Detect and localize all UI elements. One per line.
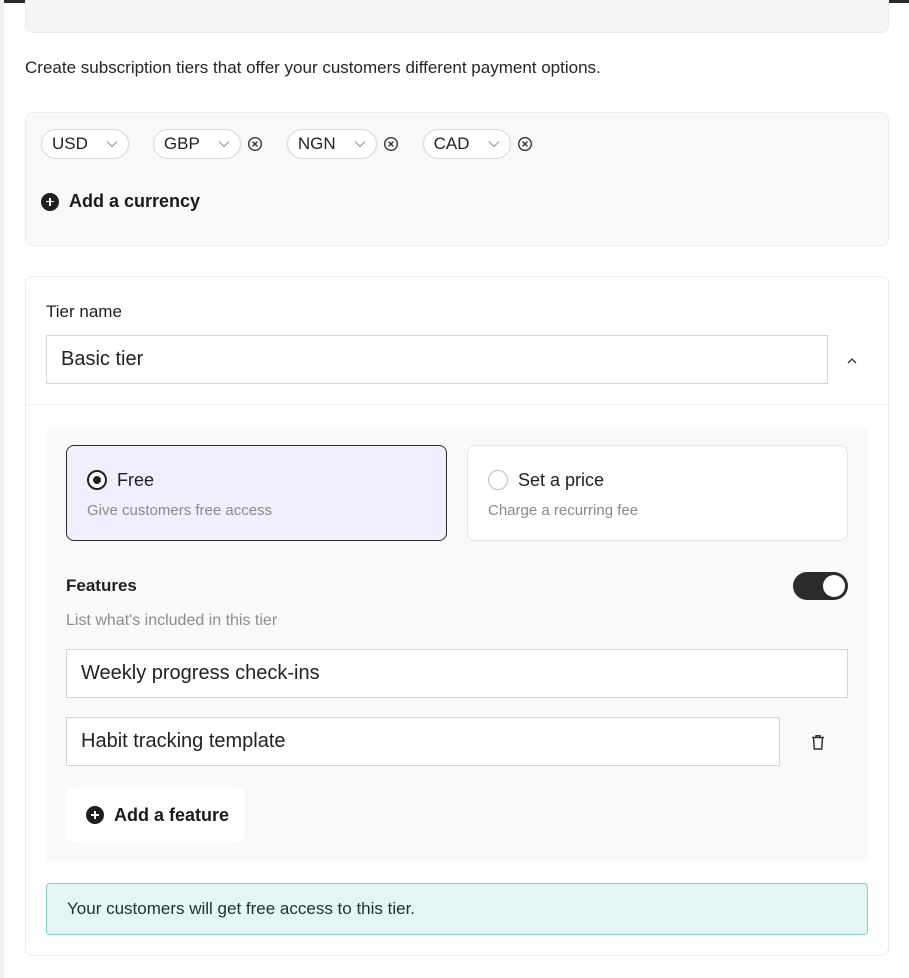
- currency-chip-group: NGN: [286, 129, 399, 159]
- pricing-option-free[interactable]: Free Give customers free access: [66, 445, 447, 541]
- add-feature-button[interactable]: Add a feature: [66, 787, 245, 843]
- add-currency-label: Add a currency: [69, 191, 201, 211]
- add-currency-button[interactable]: Add a currency: [41, 191, 200, 212]
- chevron-up-icon[interactable]: [843, 352, 861, 370]
- feature-input[interactable]: Habit tracking template: [66, 717, 780, 766]
- tier-card: Tier name Basic tier Free Give customers…: [25, 276, 889, 956]
- tier-name-label: Tier name: [46, 302, 122, 321]
- currency-code: NGN: [297, 134, 336, 153]
- features-toggle[interactable]: [793, 572, 848, 600]
- left-divider: [0, 0, 4, 978]
- currency-select-ngn[interactable]: NGN: [286, 129, 377, 159]
- tier-header: Tier name Basic tier: [26, 277, 888, 405]
- notice-text: Your customers will get free access to t…: [67, 899, 416, 918]
- add-feature-label: Add a feature: [114, 804, 230, 825]
- currency-chip-group: GBP: [152, 129, 263, 159]
- tier-name-input[interactable]: Basic tier: [46, 335, 828, 384]
- plus-circle-icon: [86, 806, 104, 824]
- currency-chips: USD GBP NGN CAD: [41, 129, 557, 159]
- currency-card: USD GBP NGN CAD Add a currency: [25, 112, 889, 246]
- features-label: Features: [66, 576, 137, 595]
- currency-code: CAD: [433, 134, 470, 153]
- previous-section-panel: [25, 0, 889, 33]
- currency-code: GBP: [163, 134, 200, 153]
- remove-currency-icon[interactable]: [517, 136, 533, 152]
- chevron-down-icon: [218, 141, 230, 148]
- chevron-down-icon: [354, 141, 366, 148]
- chevron-down-icon: [488, 141, 499, 148]
- tier-details: Free Give customers free access Set a pr…: [46, 427, 868, 863]
- intro-text: Create subscription tiers that offer you…: [25, 58, 601, 77]
- remove-currency-icon[interactable]: [247, 136, 263, 152]
- chevron-down-icon: [106, 141, 118, 148]
- radio-selected-icon: [87, 470, 107, 490]
- currency-chip-group: USD: [41, 129, 129, 159]
- pricing-option-set-price[interactable]: Set a price Charge a recurring fee: [467, 445, 848, 541]
- free-access-notice: Your customers will get free access to t…: [46, 883, 868, 935]
- currency-select-usd[interactable]: USD: [41, 129, 129, 159]
- tier-name-value: Basic tier: [61, 348, 144, 370]
- plus-circle-icon: [41, 192, 59, 211]
- features-sublabel: List what's included in this tier: [66, 612, 278, 629]
- currency-select-gbp[interactable]: GBP: [152, 129, 241, 159]
- currency-chip-group: CAD: [422, 129, 533, 159]
- remove-currency-icon[interactable]: [383, 136, 399, 152]
- feature-input[interactable]: Weekly progress check-ins: [66, 649, 848, 698]
- trash-icon[interactable]: [809, 733, 827, 751]
- option-description: Give customers free access: [87, 502, 273, 519]
- feature-value: Habit tracking template: [81, 730, 286, 752]
- option-title: Set a price: [518, 470, 605, 490]
- feature-value: Weekly progress check-ins: [81, 662, 320, 684]
- currency-code: USD: [52, 134, 88, 153]
- radio-unselected-icon: [488, 470, 508, 490]
- option-description: Charge a recurring fee: [488, 502, 639, 519]
- option-title: Free: [117, 470, 155, 490]
- currency-select-cad[interactable]: CAD: [422, 129, 511, 159]
